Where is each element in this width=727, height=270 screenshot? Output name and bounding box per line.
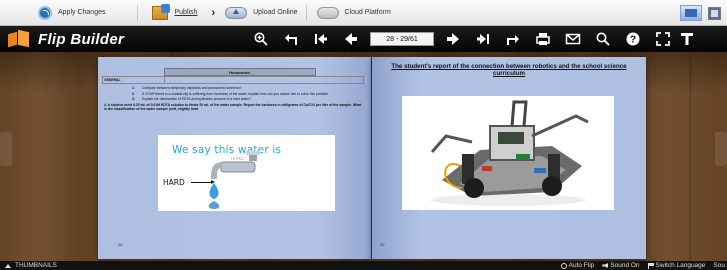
chevron-right-icon: ›: [211, 6, 216, 19]
speaker-icon: [602, 263, 609, 268]
homework-row: GENERAL: [102, 76, 364, 85]
right-page[interactable]: The student's report of the connection b…: [372, 57, 646, 259]
first-page-icon: [315, 34, 327, 44]
homework-questions: 1. Compare between temporary hardness and…: [102, 86, 364, 101]
upload-online-label: Upload Online: [253, 9, 298, 16]
zoom-in-icon: [254, 32, 268, 46]
window-icon[interactable]: [708, 6, 721, 20]
viewer-bottom-bar: THUMBNAILS Auto Flip Sound On Switch Lan…: [0, 261, 727, 270]
homework-title: Homework:: [164, 68, 316, 76]
app-toolbar: Apply Changes Publish › Upload Online Cl…: [0, 0, 727, 26]
print-button[interactable]: [528, 26, 558, 52]
apply-changes-button[interactable]: Apply Changes: [0, 0, 113, 26]
auto-flip-button[interactable]: Auto Flip: [560, 262, 595, 269]
share-button[interactable]: [498, 26, 528, 52]
last-page-button[interactable]: [468, 26, 498, 52]
homework-question-4: 4. A student used 6.25 mL of 0.01M EDTA …: [104, 103, 362, 112]
switch-language-button[interactable]: Switch Language: [647, 262, 706, 269]
print-icon: [536, 33, 550, 45]
cloud-platform-button[interactable]: Cloud Platform: [307, 0, 399, 26]
zoom-in-button[interactable]: [246, 26, 276, 52]
auto-flip-label: Auto Flip: [568, 262, 595, 269]
back-button[interactable]: [276, 26, 306, 52]
flip-builder-logo-icon: [6, 29, 32, 49]
email-icon: [565, 33, 581, 45]
arrow-right-icon: [447, 33, 459, 45]
back-arrow-icon: [285, 34, 297, 45]
share-icon: [507, 35, 519, 45]
viewer-nav: 28 - 29/61 ?: [246, 26, 696, 52]
page-number: 29: [380, 242, 385, 247]
cloud-platform-label: Cloud Platform: [344, 9, 391, 16]
homework-question: 2. If YOUR friend in a coastal city is su…: [132, 91, 329, 96]
next-page-edge[interactable]: [715, 132, 727, 166]
refresh-icon: [38, 5, 52, 20]
sound-label: Sound On: [610, 262, 640, 269]
homework-question: 3. Explain the mechanism of EDTA during t…: [132, 96, 252, 101]
arrow-left-icon: [345, 33, 357, 45]
page-number-input[interactable]: 28 - 29/61: [370, 32, 434, 46]
robot-icon: [430, 100, 589, 206]
water-faucet-icon: [208, 151, 260, 209]
fullscreen-button[interactable]: [648, 26, 678, 52]
help-button[interactable]: ?: [618, 26, 648, 52]
flipbook: Homework: GENERAL 1. Compare between temp…: [98, 57, 646, 259]
play-icon: [560, 262, 567, 269]
publish-label: Publish: [174, 9, 198, 16]
help-icon: ?: [626, 32, 640, 46]
page-number: 28: [118, 242, 123, 247]
text-icon: [681, 33, 693, 45]
homework-category: GENERAL: [103, 77, 165, 84]
thumbnails-button[interactable]: THUMBNAILS: [0, 262, 57, 269]
last-page-icon: [477, 34, 489, 44]
robot-photo: [402, 96, 614, 210]
previous-page-button[interactable]: [336, 26, 366, 52]
publish-icon: [152, 3, 171, 20]
homework-question: 1. Compare between temporary hardness and…: [132, 86, 242, 91]
switch-language-label: Switch Language: [655, 262, 706, 269]
text-mode-button[interactable]: [678, 26, 696, 52]
fullscreen-icon: [656, 32, 670, 46]
cloud-icon: [316, 6, 339, 19]
report-title: The student's report of the connection b…: [391, 63, 627, 78]
svg-text:?: ?: [630, 35, 636, 46]
thumbnails-label: THUMBNAILS: [15, 262, 57, 269]
homework-body: [165, 77, 363, 83]
layout-view-icon[interactable]: [680, 5, 702, 21]
search-button[interactable]: [588, 26, 618, 52]
viewer-header: Flip Builder 28 - 29/61 ?: [0, 26, 727, 52]
hard-water-image: We say this water is HARD HARD: [158, 135, 335, 211]
email-button[interactable]: [558, 26, 588, 52]
left-page[interactable]: Homework: GENERAL 1. Compare between temp…: [98, 57, 371, 259]
apply-changes-label: Apply Changes: [58, 9, 106, 16]
sound-button[interactable]: Sound On: [602, 262, 640, 269]
next-page-button[interactable]: [438, 26, 468, 52]
sound-toggle-button[interactable]: Sou: [713, 262, 725, 269]
previous-page-edge[interactable]: [0, 132, 12, 166]
book-stage: Homework: GENERAL 1. Compare between temp…: [0, 52, 727, 261]
search-icon: [596, 32, 610, 46]
homework-table: Homework: GENERAL 1. Compare between temp…: [102, 68, 364, 113]
upload-icon: [225, 6, 248, 19]
flag-icon: [647, 262, 654, 269]
brand-title: Flip Builder: [38, 30, 125, 48]
publish-button[interactable]: Publish: [138, 0, 205, 26]
sound-toggle-label: Sou: [713, 262, 725, 269]
upload-online-button[interactable]: Upload Online: [221, 0, 305, 26]
first-page-button[interactable]: [306, 26, 336, 52]
